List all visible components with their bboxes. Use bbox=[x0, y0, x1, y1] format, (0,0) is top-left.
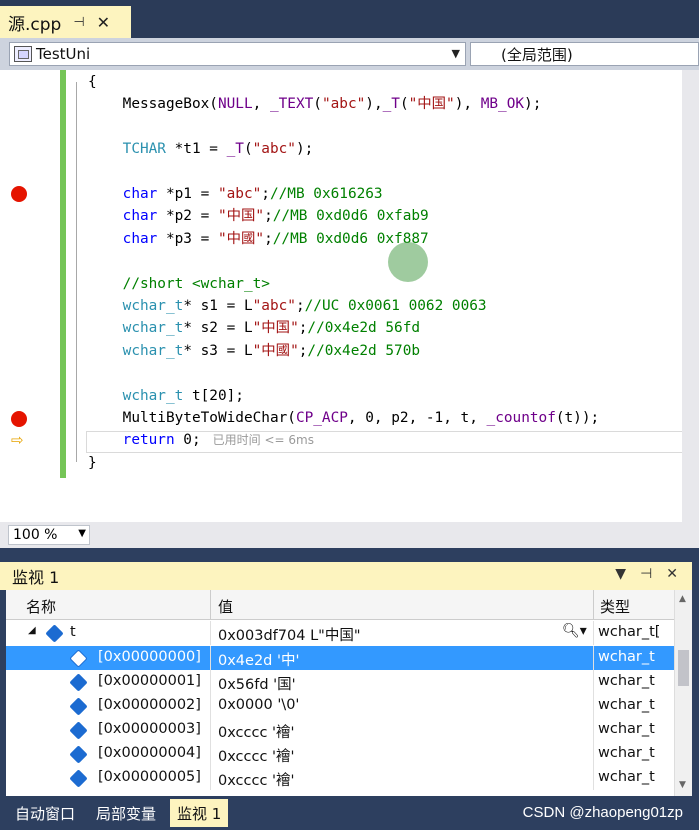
variable-icon bbox=[45, 624, 64, 643]
variable-icon bbox=[69, 673, 88, 692]
watch-row-name: [0x00000000] bbox=[98, 649, 201, 665]
watch-row-name: t bbox=[70, 624, 76, 640]
code-line[interactable]: TCHAR *t1 = _T("abc"); bbox=[88, 138, 314, 160]
perf-tip: 已用时间 <= 6ms bbox=[212, 433, 314, 448]
watch-row[interactable]: [0x00000003] 0xcccc '襘' wchar_t bbox=[6, 718, 674, 742]
document-tab-strip: 源.cpp ⊣ ✕ bbox=[0, 0, 699, 38]
zoom-dropdown[interactable]: 100 % ▼ bbox=[8, 525, 90, 545]
scope-dropdown-value: TestUni bbox=[36, 45, 91, 63]
watch-row-type: wchar_t bbox=[598, 649, 655, 665]
chevron-down-icon[interactable]: ▼ bbox=[78, 528, 86, 539]
class-icon bbox=[14, 46, 32, 62]
member-dropdown-value: (全局范围) bbox=[501, 45, 573, 64]
variable-icon bbox=[69, 649, 88, 668]
pin-icon[interactable]: ⊣ bbox=[640, 566, 652, 582]
watch-row-type: wchar_t bbox=[598, 721, 655, 737]
code-line[interactable]: return 0; 已用时间 <= 6ms bbox=[88, 429, 314, 451]
watch-row-name: [0x00000004] bbox=[98, 745, 201, 761]
watch-vertical-scrollbar[interactable]: ▲ ▼ bbox=[674, 590, 692, 796]
scroll-thumb[interactable] bbox=[678, 650, 689, 686]
watch-row[interactable]: [0x00000002] 0x0000 '\0' wchar_t bbox=[6, 694, 674, 718]
watch-grid[interactable]: 名称 值 类型 ◢ t 0x003df704 L"中国" 🔍︎▾ wchar_t… bbox=[6, 590, 692, 796]
column-header-name[interactable]: 名称 bbox=[26, 596, 56, 617]
indicator-margin[interactable]: ⇨ bbox=[0, 70, 60, 522]
watch-grid-header: 名称 值 类型 bbox=[6, 590, 674, 620]
code-line[interactable]: MultiByteToWideChar(CP_ACP, 0, p2, -1, t… bbox=[88, 407, 600, 429]
column-header-type[interactable]: 类型 bbox=[600, 596, 630, 617]
watch-row[interactable]: [0x00000004] 0xcccc '襘' wchar_t bbox=[6, 742, 674, 766]
scroll-down-icon[interactable]: ▼ bbox=[679, 780, 686, 790]
navigation-bar: TestUni ▼ (全局范围) bbox=[0, 38, 699, 70]
scope-dropdown[interactable]: TestUni ▼ bbox=[9, 42, 466, 66]
watch-row-root[interactable]: ◢ t 0x003df704 L"中国" 🔍︎▾ wchar_t[ bbox=[6, 621, 674, 645]
watch-row-value[interactable]: 0x4e2d '中' bbox=[218, 649, 299, 670]
editor-vertical-scrollbar[interactable] bbox=[682, 70, 699, 522]
watch-row-name: [0x00000003] bbox=[98, 721, 201, 737]
tab-locals[interactable]: 局部变量 bbox=[89, 799, 163, 827]
watch-row[interactable]: [0x00000001] 0x56fd '国' wchar_t bbox=[6, 670, 674, 694]
code-line[interactable]: wchar_t* s1 = L"abc";//UC 0x0061 0062 00… bbox=[88, 295, 487, 317]
code-line[interactable]: wchar_t* s3 = L"中國";//0x4e2d 570b bbox=[88, 340, 420, 362]
watch-row[interactable]: [0x00000005] 0xcccc '襘' wchar_t bbox=[6, 766, 674, 790]
code-line[interactable]: //short <wchar_t> bbox=[88, 273, 270, 295]
variable-icon bbox=[69, 769, 88, 788]
code-line[interactable]: char *p2 = "中国";//MB 0xd0d6 0xfab9 bbox=[88, 205, 429, 227]
watch-row[interactable]: [0x00000000] 0x4e2d '中' wchar_t bbox=[6, 646, 674, 670]
watch-row-value[interactable]: 0xcccc '襘' bbox=[218, 745, 295, 766]
watch-row-type: wchar_t bbox=[598, 769, 655, 785]
document-tab[interactable]: 源.cpp ⊣ ✕ bbox=[0, 6, 131, 38]
dropdown-icon[interactable]: ▼ bbox=[615, 566, 626, 582]
change-tracking-bar bbox=[60, 70, 66, 478]
watch-panel-title-bar: 监视 1 ▼ ⊣ ✕ bbox=[0, 562, 692, 590]
member-dropdown[interactable]: (全局范围) bbox=[470, 42, 699, 66]
outline-fold-line bbox=[76, 82, 77, 462]
variable-icon bbox=[69, 721, 88, 740]
watch-panel-title: 监视 1 bbox=[12, 568, 60, 587]
tab-watch-1[interactable]: 监视 1 bbox=[170, 799, 229, 827]
close-icon[interactable]: ✕ bbox=[97, 13, 110, 32]
watch-row-value[interactable]: 0x56fd '国' bbox=[218, 673, 296, 694]
magnifier-icon[interactable]: 🔍︎▾ bbox=[562, 623, 587, 639]
pin-icon[interactable]: ⊣ bbox=[73, 15, 84, 30]
watermark: CSDN @zhaopeng01zp bbox=[522, 804, 683, 821]
collapse-arrow-icon[interactable]: ◢ bbox=[28, 625, 36, 636]
code-line[interactable]: char *p1 = "abc";//MB 0x616263 bbox=[88, 183, 383, 205]
watch-row-type: wchar_t bbox=[598, 745, 655, 761]
code-line[interactable]: MessageBox(NULL, _TEXT("abc"),_T("中国"), … bbox=[88, 93, 542, 115]
watch-row-value[interactable]: 0xcccc '襘' bbox=[218, 769, 295, 790]
code-line[interactable]: } bbox=[88, 452, 97, 474]
watch-row-type: wchar_t bbox=[598, 673, 655, 689]
code-line[interactable]: wchar_t t[20]; bbox=[88, 385, 244, 407]
code-editor[interactable]: ⇨ { MessageBox(NULL, _TEXT("abc"),_T("中国… bbox=[0, 70, 699, 522]
column-header-value[interactable]: 值 bbox=[218, 596, 233, 617]
breakpoint-icon[interactable] bbox=[11, 186, 27, 202]
watch-row-name: [0x00000001] bbox=[98, 673, 201, 689]
close-icon[interactable]: ✕ bbox=[666, 566, 678, 582]
watch-row-type: wchar_t bbox=[598, 697, 655, 713]
watch-row-type: wchar_t[ bbox=[598, 624, 661, 640]
editor-zoom-bar: 100 % ▼ bbox=[0, 522, 699, 548]
mouse-cursor-indicator bbox=[388, 242, 428, 282]
code-line[interactable]: { bbox=[88, 71, 97, 93]
watch-row-name: [0x00000005] bbox=[98, 769, 201, 785]
zoom-level: 100 % bbox=[13, 527, 58, 543]
tab-autos[interactable]: 自动窗口 bbox=[8, 799, 82, 827]
document-tab-title: 源.cpp bbox=[8, 14, 62, 35]
variable-icon bbox=[69, 697, 88, 716]
watch-row-value[interactable]: 0xcccc '襘' bbox=[218, 721, 295, 742]
code-line[interactable]: wchar_t* s2 = L"中国";//0x4e2d 56fd bbox=[88, 317, 420, 339]
watch-row-value[interactable]: 0x003df704 L"中国" bbox=[218, 624, 361, 645]
current-statement-arrow-icon: ⇨ bbox=[11, 431, 24, 449]
breakpoint-icon[interactable] bbox=[11, 411, 27, 427]
code-line[interactable]: char *p3 = "中國";//MB 0xd0d6 0xf887 bbox=[88, 228, 429, 250]
scroll-up-icon[interactable]: ▲ bbox=[679, 594, 686, 604]
chevron-down-icon[interactable]: ▼ bbox=[452, 47, 460, 60]
watch-row-name: [0x00000002] bbox=[98, 697, 201, 713]
variable-icon bbox=[69, 745, 88, 764]
watch-row-value[interactable]: 0x0000 '\0' bbox=[218, 697, 299, 713]
